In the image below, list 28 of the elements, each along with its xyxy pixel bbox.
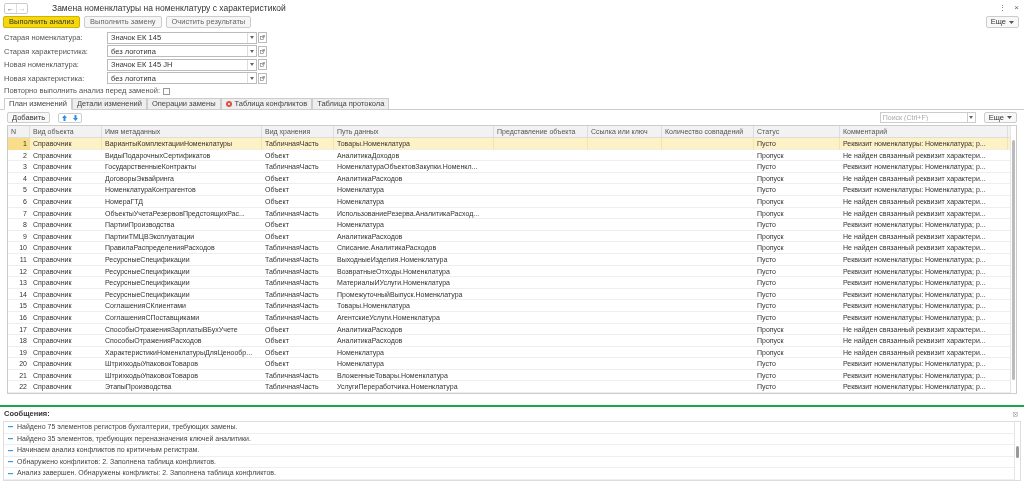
dash-icon [8, 449, 13, 452]
open-icon [260, 62, 265, 68]
open-button[interactable] [258, 72, 267, 84]
scrollbar[interactable] [1014, 422, 1020, 481]
window-title: Замена номенклатуры на номенклатуру с характеристикой [52, 1, 286, 15]
scrollbar[interactable] [1010, 126, 1016, 394]
close-icon[interactable] [1013, 411, 1018, 417]
dropdown-icon[interactable] [250, 49, 254, 53]
dash-icon [8, 426, 13, 429]
open-button[interactable] [258, 59, 267, 71]
dropdown-icon[interactable] [250, 76, 254, 80]
arrow-down-icon [73, 114, 79, 121]
dash-icon [8, 472, 13, 475]
dropdown-icon[interactable] [250, 36, 254, 40]
open-icon [260, 75, 265, 81]
open-button[interactable] [258, 32, 267, 44]
close-button[interactable]: × [1014, 2, 1019, 14]
open-button[interactable] [258, 45, 267, 57]
dropdown-icon[interactable] [969, 116, 974, 119]
dropdown-icon[interactable] [250, 63, 254, 67]
checkbox[interactable] [163, 87, 170, 95]
dash-icon [8, 437, 13, 440]
dash-icon [8, 461, 13, 464]
open-icon [260, 48, 265, 54]
caret-icon [1007, 116, 1012, 119]
caret-icon [1009, 20, 1014, 24]
open-icon [260, 35, 265, 41]
arrow-up-icon [62, 114, 68, 121]
